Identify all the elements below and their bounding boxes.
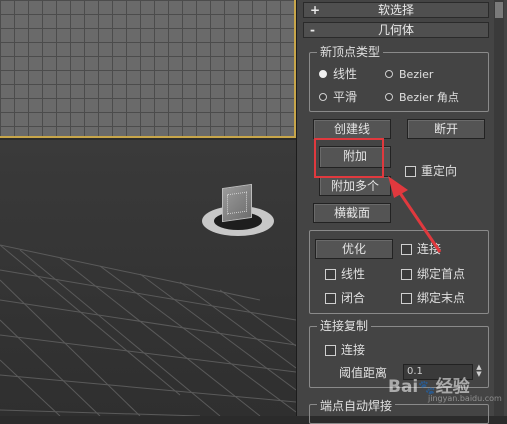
group-title: 连接复制 bbox=[317, 319, 372, 333]
attach-highlight-box bbox=[314, 138, 384, 178]
perspective-grid bbox=[0, 244, 296, 416]
perspective-viewport[interactable] bbox=[0, 140, 296, 416]
rollout-soft-selection[interactable]: + 软选择 bbox=[303, 2, 489, 18]
closed-checkbox[interactable] bbox=[325, 293, 336, 304]
connect-copy-checkbox[interactable] bbox=[325, 345, 336, 356]
bind-last-label: 绑定末点 bbox=[417, 291, 466, 305]
rollout-geometry[interactable]: - 几何体 bbox=[303, 22, 489, 38]
radio-smooth[interactable] bbox=[319, 93, 327, 101]
break-button[interactable]: 断开 bbox=[407, 119, 485, 139]
collapse-icon: - bbox=[310, 23, 315, 37]
connect-checkbox[interactable] bbox=[401, 244, 412, 255]
linear-checkbox[interactable] bbox=[325, 269, 336, 280]
radio-smooth-label: 平滑 bbox=[333, 90, 358, 104]
group-title: 端点自动焊接 bbox=[317, 399, 396, 413]
expand-icon: + bbox=[310, 3, 321, 17]
scrollbar-thumb[interactable] bbox=[495, 2, 503, 18]
radio-linear-label: 线性 bbox=[333, 67, 358, 81]
bind-first-label: 绑定首点 bbox=[417, 267, 466, 281]
radio-bezier[interactable] bbox=[385, 70, 393, 78]
rollout-label: 软选择 bbox=[377, 3, 414, 17]
watermark-brand: Bai bbox=[388, 377, 419, 397]
refine-button[interactable]: 优化 bbox=[315, 239, 393, 259]
radio-linear[interactable] bbox=[319, 70, 327, 78]
cross-section-button[interactable]: 横截面 bbox=[313, 203, 391, 223]
radio-bezier-corner-label: Bezier 角点 bbox=[399, 91, 459, 104]
radio-bezier-corner[interactable] bbox=[385, 93, 393, 101]
reorient-label: 重定向 bbox=[421, 164, 458, 178]
connect-label: 连接 bbox=[417, 242, 442, 256]
threshold-distance-label: 阈值距离 bbox=[339, 366, 388, 380]
closed-label: 闭合 bbox=[341, 291, 366, 305]
baidu-watermark: Bai🐾经验 jingyan.baidu.com bbox=[388, 372, 506, 412]
command-panel: + 软选择 - 几何体 新顶点类型 线性 Bezier 平滑 Bezier 角点… bbox=[296, 0, 507, 424]
bind-last-checkbox[interactable] bbox=[401, 293, 412, 304]
attach-multiple-button[interactable]: 附加多个 bbox=[319, 176, 391, 196]
watermark-domain: jingyan.baidu.com bbox=[428, 394, 502, 403]
group-title: 新顶点类型 bbox=[317, 45, 384, 59]
selected-object-cube[interactable] bbox=[222, 183, 252, 223]
create-line-button[interactable]: 创建线 bbox=[313, 119, 391, 139]
top-viewport[interactable] bbox=[0, 0, 296, 138]
reorient-checkbox[interactable] bbox=[405, 166, 416, 177]
bind-first-checkbox[interactable] bbox=[401, 269, 412, 280]
linear-label: 线性 bbox=[341, 267, 366, 281]
connect-copy-label: 连接 bbox=[341, 343, 366, 357]
panel-scrollbar[interactable] bbox=[494, 0, 504, 416]
radio-bezier-label: Bezier bbox=[399, 68, 434, 81]
rollout-label: 几何体 bbox=[377, 23, 414, 37]
